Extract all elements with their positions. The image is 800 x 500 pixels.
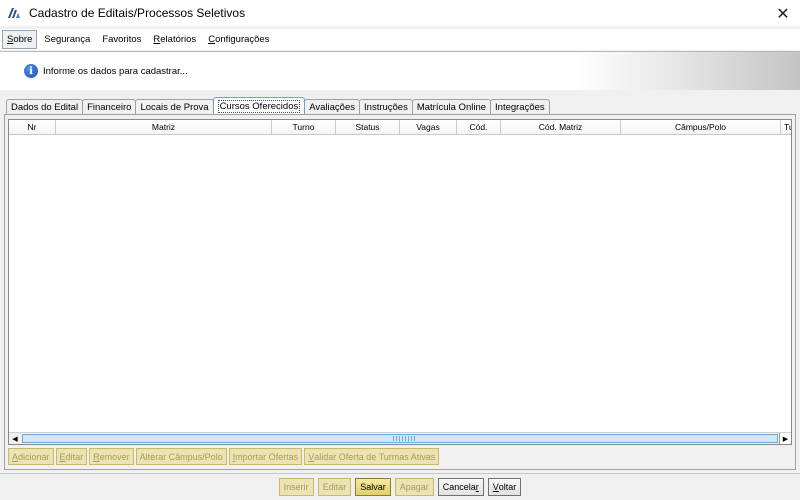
column-header-cod[interactable]: Cód.	[457, 120, 501, 135]
editar-button[interactable]: Editar	[317, 478, 352, 496]
menu-sobre[interactable]: Sobre	[2, 30, 38, 49]
window-title: Cadastro de Editais/Processos Seletivos	[29, 6, 246, 20]
adicionar-button[interactable]: Adicionar	[8, 448, 54, 465]
column-header-vagas[interactable]: Vagas	[400, 120, 457, 135]
info-bar: i Informe os dados para cadastrar...	[0, 52, 800, 90]
alterar-campus-polo-button[interactable]: Alterar Câmpus/Polo	[135, 448, 227, 465]
column-header-status[interactable]: Status	[336, 120, 400, 135]
tab-strip: Dados do Edital Financeiro Locais de Pro…	[6, 97, 550, 114]
tab-matricula-online[interactable]: Matrícula Online	[411, 99, 492, 114]
menu-relatorios[interactable]: Relatórios	[148, 30, 201, 49]
column-header-campus-polo[interactable]: Câmpus/Polo	[621, 120, 781, 135]
menu-favoritos[interactable]: Favoritos	[97, 30, 146, 49]
title-bar: Cadastro de Editais/Processos Seletivos …	[0, 0, 800, 26]
app-logo-icon	[7, 6, 21, 20]
tab-panel-cursos-oferecidos: Nr Matriz Turno Status Vagas Cód. Cód. M…	[4, 114, 796, 470]
scrollbar-grip	[393, 436, 417, 441]
info-message: Informe os dados para cadastrar...	[43, 65, 188, 77]
info-icon: i	[24, 64, 38, 78]
salvar-button[interactable]: Salvar	[355, 478, 391, 496]
cancelar-button[interactable]: Cancela r	[437, 478, 484, 496]
scroll-left-icon[interactable]: ◀	[9, 433, 21, 444]
tab-financeiro[interactable]: Financeiro	[82, 99, 137, 114]
tab-cursos-oferecidos[interactable]: Cursos Oferecidos	[212, 97, 306, 114]
menu-bar: Sobre Segurança Favoritos Relatórios Con…	[0, 29, 800, 50]
horizontal-scrollbar[interactable]: ◀ ▶	[9, 432, 791, 444]
courses-table[interactable]: Nr Matriz Turno Status Vagas Cód. Cód. M…	[8, 119, 792, 445]
tab-dados-do-edital[interactable]: Dados do Edital	[6, 99, 84, 114]
tab-instrucoes[interactable]: Instruções	[359, 99, 413, 114]
column-header-cod-matriz[interactable]: Cód. Matriz	[501, 120, 621, 135]
close-icon[interactable]: ✕	[772, 2, 794, 24]
tab-avaliacoes[interactable]: Avaliações	[304, 99, 361, 114]
tab-integracoes[interactable]: Integrações	[490, 99, 550, 114]
column-header-turma-ativa[interactable]: Turma Ativa	[781, 120, 791, 135]
menu-configuracoes[interactable]: Configurações	[203, 30, 274, 49]
tab-locais-de-prova[interactable]: Locais de Prova	[135, 99, 214, 114]
editar-row-button[interactable]: Editar	[55, 448, 88, 465]
validar-oferta-turmas-button[interactable]: Validar Oferta de Turmas Ativas	[304, 448, 440, 465]
scroll-right-icon[interactable]: ▶	[779, 433, 791, 444]
column-header-matriz[interactable]: Matriz	[56, 120, 272, 135]
menu-seguranca[interactable]: Segurança	[39, 30, 95, 49]
scrollbar-thumb[interactable]	[22, 434, 778, 443]
apagar-button[interactable]: Apagar	[394, 478, 434, 496]
remover-button[interactable]: Remover	[89, 448, 134, 465]
footer-separator	[0, 473, 800, 474]
importar-ofertas-button[interactable]: Importar Ofertas	[228, 448, 303, 465]
form-footer: Inserir Editar Salvar Apagar Cancela r Vo…	[0, 478, 800, 497]
inserir-button[interactable]: Inserir	[278, 478, 314, 496]
table-actions: Adicionar Editar Remover Alterar Câmpus/…	[8, 448, 441, 465]
table-header: Nr Matriz Turno Status Vagas Cód. Cód. M…	[9, 120, 791, 135]
voltar-button[interactable]: Voltar	[487, 478, 522, 496]
column-header-nr[interactable]: Nr	[9, 120, 56, 135]
column-header-turno[interactable]: Turno	[272, 120, 336, 135]
